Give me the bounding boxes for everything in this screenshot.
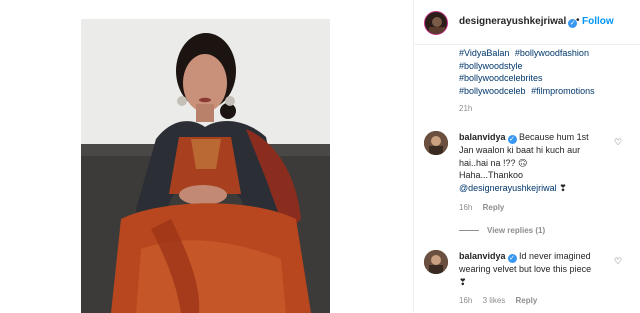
header-separator: •: [576, 15, 580, 26]
comment-line: Haha...Thankoo: [459, 170, 524, 180]
author-username-text[interactable]: designerayushkejriwal: [459, 16, 566, 27]
comment-text: balanvidya ✓ Id never imagined wearing ve…: [459, 250, 609, 288]
verified-badge-icon: ✓: [507, 135, 517, 144]
view-replies-label[interactable]: View replies (1): [487, 226, 545, 235]
post-photo[interactable]: [81, 19, 330, 313]
commenter-avatar[interactable]: [424, 250, 448, 274]
heart-icon[interactable]: ♡: [614, 256, 622, 267]
hashtag-link[interactable]: #VidyaBalan: [459, 48, 509, 58]
commenter-username-text[interactable]: balanvidya: [459, 132, 506, 142]
hashtag-link[interactable]: #bollywoodcelebrites: [459, 73, 543, 83]
comment-line: hai..hai na !?? 🙃: [459, 157, 528, 168]
post-photo-illustration: [81, 19, 330, 313]
hashtag-link[interactable]: #bollywoodfashion: [515, 48, 589, 58]
replies-divider: [459, 230, 479, 232]
commenter-avatar[interactable]: [424, 131, 448, 155]
comment-emoji: ❣: [559, 182, 567, 193]
heart-icon[interactable]: ♡: [614, 137, 622, 148]
commenter-username[interactable]: balanvidya ✓: [459, 132, 517, 144]
comment-line: Because hum 1st: [519, 132, 589, 142]
hashtag-link[interactable]: #bollywoodceleb: [459, 86, 526, 96]
view-replies-button[interactable]: View replies (1): [459, 226, 545, 235]
comment-time[interactable]: 16h: [459, 296, 472, 305]
commenter-username[interactable]: balanvidya ✓: [459, 251, 517, 263]
comment-meta: 16h Reply: [459, 203, 512, 212]
commenter-username-text[interactable]: balanvidya: [459, 251, 506, 261]
comment-meta: 16h 3 likes Reply: [459, 296, 545, 305]
comment-time[interactable]: 16h: [459, 203, 472, 212]
caption-hashtags: #VidyaBalan #bollywoodfashion #bollywood…: [459, 47, 629, 97]
hashtag-link[interactable]: #bollywoodstyle: [459, 61, 523, 71]
comment-emoji: ❣: [459, 276, 467, 287]
comment-line: wearing velvet but love this piece: [459, 264, 592, 274]
reply-button[interactable]: Reply: [483, 203, 505, 212]
follow-button[interactable]: Follow: [582, 16, 614, 27]
reply-button[interactable]: Reply: [516, 296, 538, 305]
user-mention[interactable]: @designerayushkejriwal: [459, 183, 557, 193]
author-avatar[interactable]: [424, 11, 448, 35]
verified-badge-icon: ✓: [507, 254, 517, 263]
comment-likes[interactable]: 3 likes: [483, 296, 506, 305]
post-header: designerayushkejriwal ✓ • Follow: [414, 0, 640, 45]
comment-text: balanvidya ✓ Because hum 1st Jan waalon k…: [459, 131, 609, 194]
post-media-panel: [0, 0, 413, 313]
comment-line: Id never imagined: [519, 251, 591, 261]
caption-timestamp[interactable]: 21h: [459, 104, 472, 113]
hashtag-link[interactable]: #filmpromotions: [531, 86, 595, 96]
post-side-panel: designerayushkejriwal ✓ • Follow #VidyaBa…: [413, 0, 640, 313]
comment-line: Jan waalon ki baat hi kuch aur: [459, 145, 581, 155]
author-username[interactable]: designerayushkejriwal ✓: [459, 16, 578, 28]
